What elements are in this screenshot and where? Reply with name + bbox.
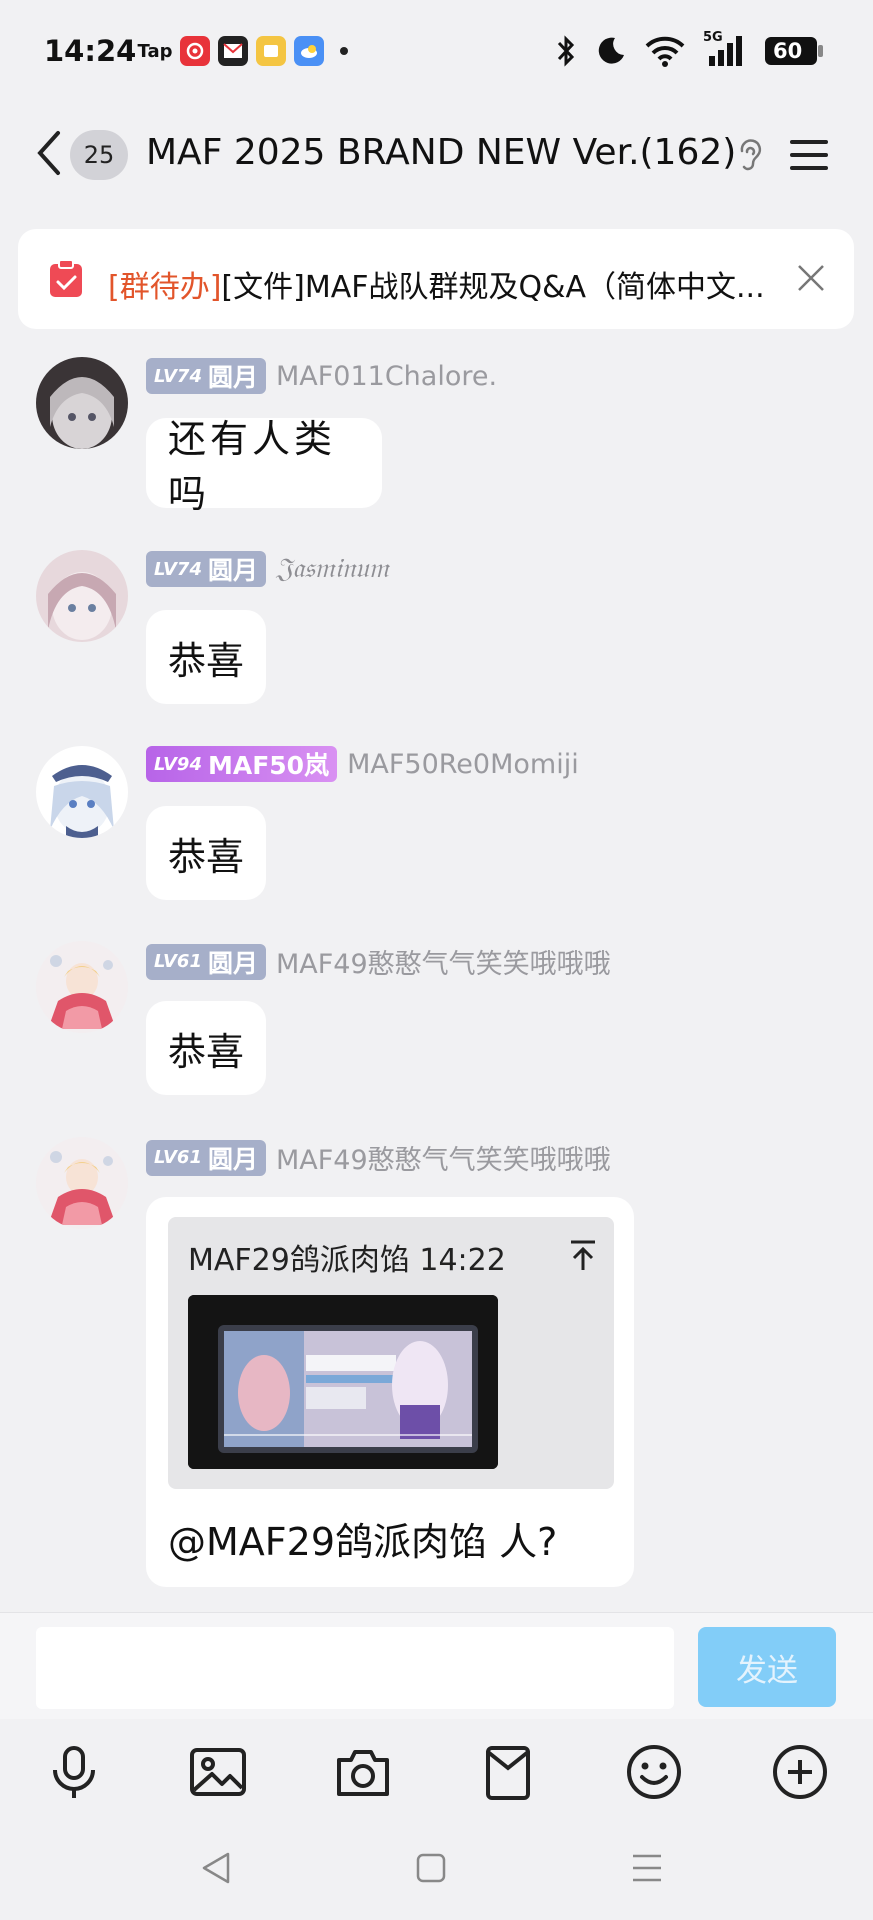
network-type: 5G <box>703 30 723 45</box>
level-text: LV61 <box>154 951 202 972</box>
wifi-icon <box>645 36 685 67</box>
status-time: 14:24 <box>44 34 137 68</box>
hamburger-menu-icon[interactable] <box>790 138 828 172</box>
member-title: 圆月 <box>207 948 258 978</box>
message-header: LV74 圆月 𝔍𝔞𝔰𝔪𝔦𝔫𝔲𝔪 <box>146 551 389 587</box>
level-badge: LV61 圆月 <box>146 943 266 980</box>
mail-app-icon <box>218 36 248 66</box>
ear-listen-mode-icon[interactable] <box>734 136 766 176</box>
message-input[interactable] <box>36 1627 674 1709</box>
avatar[interactable] <box>36 941 128 1033</box>
system-back-icon[interactable] <box>196 1848 236 1888</box>
level-badge: LV61 圆月 <box>146 1139 266 1176</box>
notes-app-icon <box>256 36 286 66</box>
battery-indicator: 60 <box>765 37 823 65</box>
message-bubble[interactable]: 恭喜 <box>146 806 266 900</box>
level-text: LV61 <box>154 1147 202 1168</box>
notice-content: [文件]MAF战队群规及Q&A（简体中文... <box>221 270 765 305</box>
unread-count-badge[interactable]: 25 <box>70 130 128 180</box>
message-header: LV94 MAF50岚 MAF50Re0Momiji <box>146 746 579 782</box>
level-badge: LV74 圆月 <box>146 551 266 587</box>
red-packet-icon[interactable] <box>478 1742 538 1802</box>
notice-text: [群待办][文件]MAF战队群规及Q&A（简体中文... <box>108 262 788 306</box>
notice-tag: [群待办] <box>108 270 222 305</box>
battery-level: 60 <box>773 39 803 63</box>
system-recents-icon[interactable] <box>627 1848 667 1888</box>
jump-to-original-icon[interactable] <box>568 1239 598 1273</box>
camera-icon[interactable] <box>333 1742 393 1802</box>
bluetooth-icon <box>557 35 575 67</box>
back-arrow-icon[interactable] <box>32 128 66 178</box>
avatar[interactable] <box>36 357 128 449</box>
message-input-bar: 发送 <box>0 1612 873 1719</box>
taptap-icon: Tap <box>137 40 173 62</box>
reply-text: @MAF29鸽派肉馅 人? <box>168 1520 558 1564</box>
message-bubble[interactable]: 还有人类吗 <box>146 417 382 516</box>
quoted-author-time: MAF29鸽派肉馅 14:22 <box>188 1243 506 1278</box>
message-bubble[interactable]: 恭喜 <box>146 610 266 704</box>
group-todo-notice[interactable]: [群待办][文件]MAF战队群规及Q&A（简体中文... <box>18 229 854 329</box>
member-title: MAF50岚 <box>207 751 330 780</box>
level-text: LV94 <box>154 753 202 775</box>
plus-icon[interactable] <box>770 1742 830 1802</box>
member-title: 圆月 <box>207 1144 258 1174</box>
quoted-message[interactable]: MAF29鸽派肉馅 14:22 <box>168 1217 614 1489</box>
cellular-signal-icon: 5G <box>703 30 747 68</box>
level-badge: LV94 MAF50岚 <box>146 746 338 782</box>
level-text: LV74 <box>154 558 202 580</box>
message-header: LV61 圆月 MAF49憨憨气气笑笑哦哦哦 <box>146 942 611 981</box>
member-title: 圆月 <box>207 556 258 585</box>
level-badge: LV74 圆月 <box>146 358 266 394</box>
status-app-icons: Tap <box>138 36 348 66</box>
close-icon[interactable] <box>794 261 828 295</box>
clipboard-todo-icon <box>50 259 82 297</box>
level-text: LV74 <box>154 365 202 387</box>
avatar[interactable] <box>36 550 128 642</box>
emoji-icon[interactable] <box>624 1742 684 1802</box>
system-home-icon[interactable] <box>411 1848 451 1888</box>
message-header: LV74 圆月 MAF011Chalore. <box>146 358 497 394</box>
status-right-group: 5G 60 <box>555 30 823 68</box>
message-header: LV61 圆月 MAF49憨憨气气笑笑哦哦哦 <box>146 1138 611 1177</box>
sender-nickname[interactable]: MAF49憨憨气气笑笑哦哦哦 <box>276 1138 611 1177</box>
member-title: 圆月 <box>207 363 258 392</box>
microphone-icon[interactable] <box>44 1742 104 1802</box>
battery-tip <box>818 45 823 57</box>
avatar[interactable] <box>36 1137 128 1229</box>
weather-app-icon <box>294 36 324 66</box>
sender-nickname[interactable]: MAF011Chalore. <box>276 361 497 392</box>
reply-message-bubble[interactable]: MAF29鸽派肉馅 14:22 @MAF29鸽派肉馅 人? <box>146 1197 634 1587</box>
sender-nickname[interactable]: MAF49憨憨气气笑笑哦哦哦 <box>276 942 611 981</box>
quoted-image-thumbnail[interactable] <box>188 1295 498 1469</box>
message-bubble[interactable]: 恭喜 <box>146 1001 266 1095</box>
netease-music-icon <box>180 36 210 66</box>
sender-nickname[interactable]: MAF50Re0Momiji <box>347 749 579 780</box>
page-title[interactable]: MAF 2025 BRAND NEW Ver.(162) <box>146 132 736 173</box>
notification-dot-icon <box>340 47 348 55</box>
image-icon[interactable] <box>188 1742 248 1802</box>
do-not-disturb-moon-icon <box>598 37 624 64</box>
send-button[interactable]: 发送 <box>698 1627 836 1707</box>
avatar[interactable] <box>36 746 128 838</box>
sender-nickname[interactable]: 𝔍𝔞𝔰𝔪𝔦𝔫𝔲𝔪 <box>276 553 389 585</box>
